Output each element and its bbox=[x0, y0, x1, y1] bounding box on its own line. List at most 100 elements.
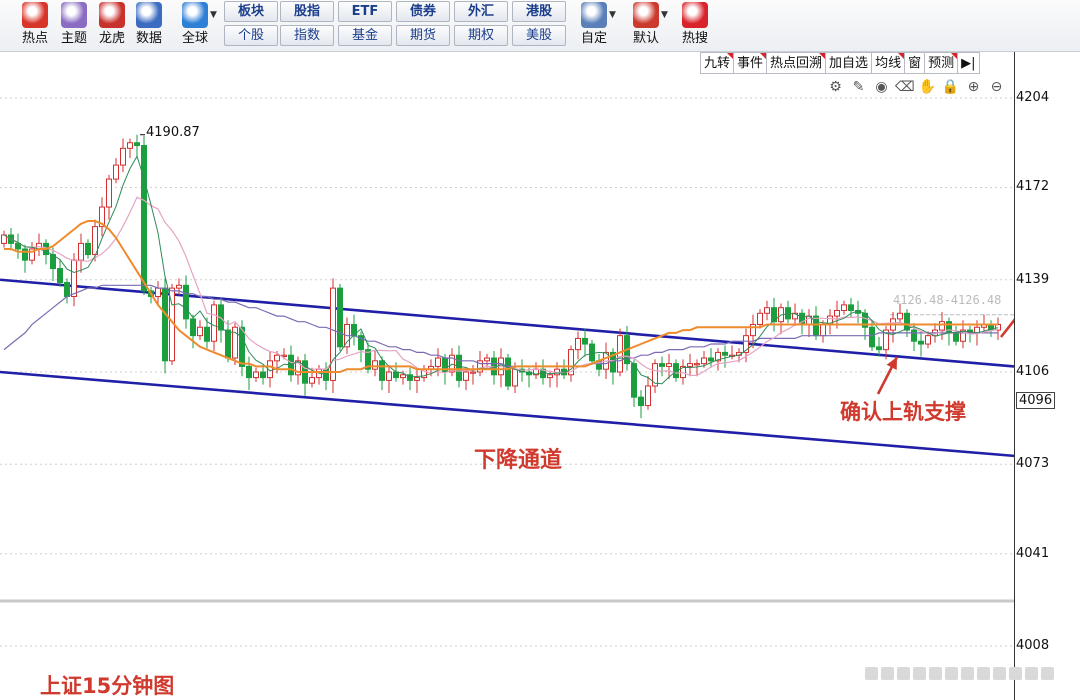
candle-up bbox=[512, 368, 518, 387]
market-button-top-2[interactable]: ETF bbox=[338, 1, 392, 22]
candle-down bbox=[659, 363, 665, 367]
function-tab-7[interactable]: ▶| bbox=[958, 52, 980, 74]
toolbar-button-0[interactable]: 热点 bbox=[16, 1, 54, 51]
theme-icon bbox=[61, 2, 87, 28]
function-tab-2[interactable]: 热点回溯 bbox=[767, 52, 827, 74]
market-button-bottom-4[interactable]: 期权 bbox=[454, 25, 508, 46]
candle-up bbox=[211, 304, 217, 342]
candle-down bbox=[848, 304, 854, 311]
candle-down bbox=[260, 371, 266, 379]
candle-up bbox=[274, 354, 280, 362]
price-label-4073: 4073 bbox=[1016, 456, 1050, 471]
candle-up bbox=[78, 242, 84, 261]
toolbar-button-3[interactable]: 数据 bbox=[130, 1, 168, 51]
candle-up bbox=[386, 371, 392, 381]
candle-down bbox=[953, 332, 959, 342]
function-tab-3[interactable]: 加自选 bbox=[826, 52, 873, 74]
candle-down bbox=[589, 343, 595, 362]
candle-down bbox=[225, 329, 231, 359]
candle-up bbox=[575, 337, 581, 351]
candle-up bbox=[547, 374, 553, 379]
market-button-top-0[interactable]: 板块 bbox=[224, 1, 278, 22]
candle-down bbox=[22, 248, 28, 261]
chevron-down-icon[interactable]: ▼ bbox=[210, 10, 217, 20]
candle-down bbox=[162, 287, 168, 362]
candle-up bbox=[463, 371, 469, 381]
candle-up bbox=[939, 321, 945, 331]
candle-down bbox=[393, 371, 399, 379]
market-button-top-1[interactable]: 股指 bbox=[280, 1, 334, 22]
candle-up bbox=[330, 287, 336, 381]
peak-price-value: 4190.87 bbox=[146, 125, 200, 140]
chart-title-annotation: 上证15分钟图 bbox=[40, 674, 175, 698]
toolbar-button-label: 默认 bbox=[632, 31, 659, 46]
function-tab-5[interactable]: 窗 bbox=[905, 52, 926, 74]
function-tab-4[interactable]: 均线 bbox=[872, 52, 906, 74]
chevron-down-icon[interactable]: ▼ bbox=[609, 10, 616, 20]
market-button-bottom-3[interactable]: 期货 bbox=[396, 25, 450, 46]
candle-up bbox=[701, 357, 707, 365]
toolbar-button-4[interactable]: 全球 bbox=[176, 1, 214, 51]
candle-down bbox=[946, 321, 952, 334]
candle-up bbox=[841, 304, 847, 311]
candle-down bbox=[505, 357, 511, 387]
toolbar-button-label: 热搜 bbox=[681, 31, 708, 46]
tab-marker-icon bbox=[819, 53, 826, 59]
market-button-bottom-2[interactable]: 基金 bbox=[338, 25, 392, 46]
market-button-bottom-5[interactable]: 美股 bbox=[512, 25, 566, 46]
candle-up bbox=[113, 164, 119, 180]
hot-search-icon bbox=[682, 2, 708, 28]
tab-marker-icon bbox=[727, 53, 734, 59]
peak-price-label: 4190.87 bbox=[146, 125, 200, 140]
candle-up bbox=[120, 147, 126, 166]
candle-up bbox=[666, 363, 672, 367]
candle-down bbox=[456, 354, 462, 381]
candle-down bbox=[708, 357, 714, 362]
market-button-top-4[interactable]: 外汇 bbox=[454, 1, 508, 22]
function-tab-label: 加自选 bbox=[829, 56, 869, 71]
kline-chart[interactable] bbox=[0, 74, 1014, 700]
toolbar-button-label: 龙虎 bbox=[98, 31, 125, 46]
candle-down bbox=[141, 145, 147, 292]
edit-icon bbox=[581, 2, 607, 28]
candle-down bbox=[183, 284, 189, 320]
candle-up bbox=[253, 371, 259, 379]
candle-down bbox=[911, 329, 917, 342]
candle-down bbox=[134, 142, 140, 147]
market-button-bottom-1[interactable]: 指数 bbox=[280, 25, 334, 46]
function-tab-label: 窗 bbox=[908, 56, 922, 71]
toolbar-button-5[interactable]: 自定 bbox=[575, 1, 613, 51]
market-button-bottom-0[interactable]: 个股 bbox=[224, 25, 278, 46]
candle-up bbox=[176, 284, 182, 289]
toolbar-button-6[interactable]: 默认 bbox=[627, 1, 665, 51]
price-label-4172: 4172 bbox=[1016, 179, 1050, 194]
toolbar-button-label: 主题 bbox=[60, 31, 87, 46]
price-label-4008: 4008 bbox=[1016, 638, 1050, 653]
market-button-top-5[interactable]: 港股 bbox=[512, 1, 566, 22]
function-tab-6[interactable]: 预测 bbox=[925, 52, 959, 74]
candle-up bbox=[925, 335, 931, 345]
candle-down bbox=[190, 318, 196, 337]
candle-down bbox=[918, 340, 924, 345]
candle-up bbox=[414, 377, 420, 381]
candle-down bbox=[869, 326, 875, 348]
candle-up bbox=[155, 287, 161, 298]
candle-down bbox=[204, 326, 210, 342]
candle-up bbox=[470, 371, 476, 374]
function-tab-0[interactable]: 九转 bbox=[700, 52, 735, 74]
candle-up bbox=[197, 326, 203, 337]
toolbar-button-1[interactable]: 主题 bbox=[55, 1, 93, 51]
candle-up bbox=[71, 259, 77, 298]
candle-up bbox=[309, 377, 315, 384]
function-tab-label: ▶| bbox=[961, 56, 976, 71]
toolbar-button-2[interactable]: 龙虎 bbox=[93, 1, 131, 51]
market-button-top-3[interactable]: 债券 bbox=[396, 1, 450, 22]
watermark bbox=[865, 667, 1054, 680]
candle-up bbox=[645, 385, 651, 407]
candle-up bbox=[484, 357, 490, 362]
toolbar-button-7[interactable]: 热搜 bbox=[676, 1, 714, 51]
candle-down bbox=[246, 365, 252, 379]
function-tab-1[interactable]: 事件 bbox=[734, 52, 768, 74]
chevron-down-icon[interactable]: ▼ bbox=[661, 10, 668, 20]
price-label-4041: 4041 bbox=[1016, 546, 1050, 561]
